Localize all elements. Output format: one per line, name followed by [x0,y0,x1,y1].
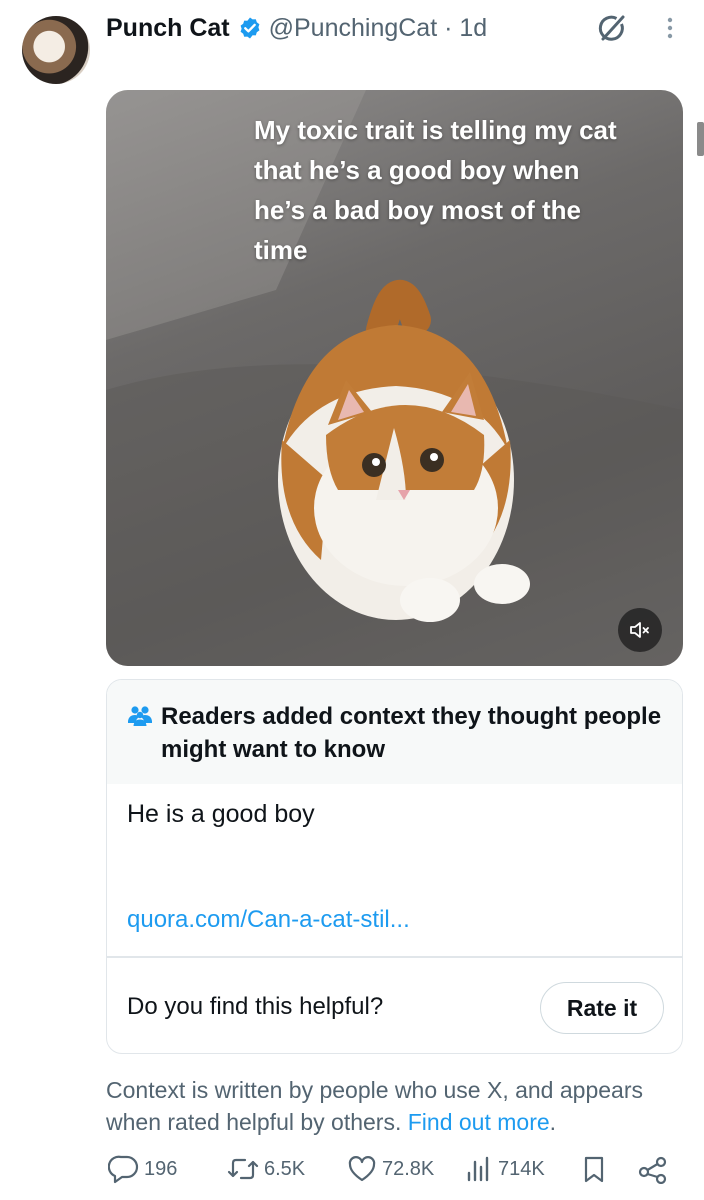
views-icon [467,1156,489,1182]
reply-button[interactable]: 196 [108,1150,177,1188]
grok-icon[interactable] [596,12,628,49]
bookmark-button[interactable] [580,1150,612,1188]
like-button[interactable]: 72.8K [346,1150,434,1188]
context-info-text: Context is written by people who use X, … [106,1077,643,1135]
avatar[interactable] [22,16,90,84]
author-name[interactable]: Punch Cat [106,14,230,43]
community-note-header: Readers added context they thought peopl… [107,680,682,784]
context-info: Context is written by people who use X, … [106,1074,696,1138]
community-note: Readers added context they thought peopl… [106,679,683,1054]
context-info-period: . [549,1109,557,1135]
divider [107,956,682,958]
find-out-more-link[interactable]: Find out more [408,1109,550,1135]
views-button[interactable]: 714K [464,1150,545,1188]
share-icon [638,1156,667,1184]
community-note-source-link[interactable]: quora.com/Can-a-cat-stil... [127,906,662,934]
mute-icon [630,622,649,638]
like-count: 72.8K [382,1157,435,1180]
people-icon [127,704,161,784]
reply-icon [108,1155,139,1184]
community-note-title: Readers added context they thought peopl… [161,703,662,763]
more-icon[interactable] [660,12,680,49]
verified-badge-icon [238,16,262,40]
handle-and-timestamp[interactable]: @PunchingCat · 1d [269,14,488,43]
rate-it-button[interactable]: Rate it [540,982,664,1034]
helpful-question: Do you find this helpful? [127,993,384,1020]
mute-button[interactable] [618,608,662,652]
repost-count: 6.5K [264,1157,306,1180]
reply-count: 196 [144,1157,178,1180]
views-count: 714K [498,1157,545,1180]
heart-icon [348,1156,376,1182]
scrollbar-thumb[interactable] [697,122,704,156]
community-note-body: He is a good boy quora.com/Can-a-cat-sti… [107,784,682,934]
share-button[interactable] [636,1150,674,1188]
repost-icon [227,1158,259,1180]
post-video[interactable]: My toxic trait is telling my cat that he… [106,90,683,666]
post-header: Punch Cat @PunchingCat · 1d [106,10,487,46]
action-bar: 196 6.5K 72.8K 714K [108,1150,688,1188]
media-caption: My toxic trait is telling my cat that he… [254,115,617,265]
community-note-text: He is a good boy [127,800,315,828]
repost-button[interactable]: 6.5K [226,1150,305,1188]
bookmark-icon [584,1156,604,1183]
